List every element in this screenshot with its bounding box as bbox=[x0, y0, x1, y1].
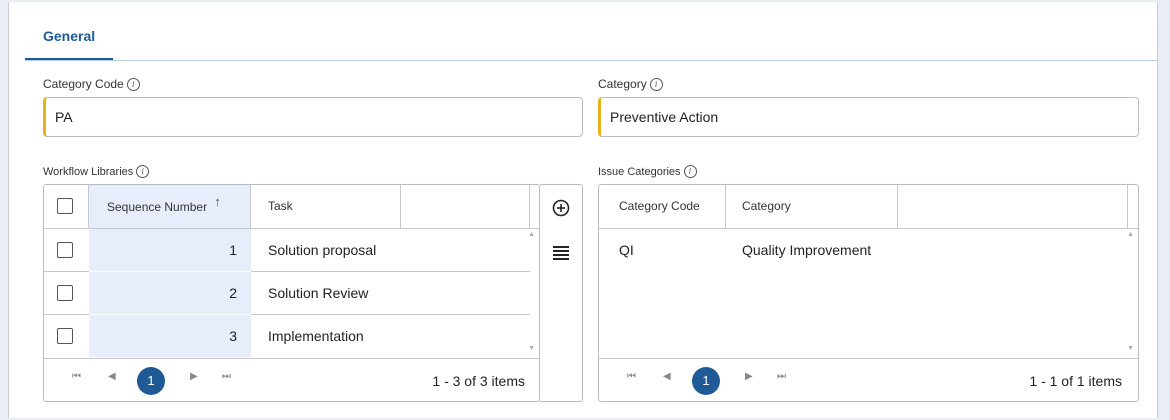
category-label-text: Category bbox=[598, 77, 647, 91]
pager-info: 1 - 1 of 1 items bbox=[1029, 373, 1122, 389]
issue-categories-grid: Category Code Category QI Quality Improv… bbox=[598, 184, 1139, 402]
row-select-cell bbox=[44, 229, 89, 271]
scroll-up-arrow[interactable]: ▲ bbox=[528, 231, 535, 238]
row-select-cell bbox=[44, 315, 89, 357]
form-panel: General Category Code i PA Category i Prev… bbox=[8, 2, 1158, 418]
table-row[interactable]: 2 Solution Review bbox=[44, 272, 530, 314]
category-code-label: Category Code i bbox=[43, 77, 140, 91]
category-header-text: Category bbox=[742, 199, 791, 213]
select-all-checkbox[interactable] bbox=[57, 198, 73, 214]
header-empty bbox=[401, 185, 530, 228]
arrow-up-icon: ↑ bbox=[214, 194, 221, 209]
row-checkbox[interactable] bbox=[57, 242, 73, 258]
next-page-icon[interactable]: ▶ bbox=[745, 371, 753, 382]
last-page-icon[interactable]: ⏭ bbox=[222, 371, 231, 382]
info-icon: i bbox=[136, 165, 150, 178]
info-icon: i bbox=[126, 78, 140, 91]
info-icon: i bbox=[683, 165, 697, 178]
tab-bar: General bbox=[25, 2, 1157, 61]
table-row[interactable]: 3 Implementation bbox=[44, 315, 530, 357]
scroll-up-arrow[interactable]: ▲ bbox=[1127, 231, 1134, 238]
previous-page-icon[interactable]: ◀ bbox=[108, 371, 116, 382]
header-empty bbox=[898, 185, 1128, 228]
row-select-cell bbox=[44, 272, 89, 314]
plus-circle-icon[interactable] bbox=[552, 199, 570, 217]
header-sequence-number[interactable]: Sequence Number ↑ bbox=[89, 185, 251, 228]
row-checkbox[interactable] bbox=[57, 328, 73, 344]
first-page-icon[interactable]: ⏮ bbox=[72, 371, 81, 382]
category-code-field[interactable]: PA bbox=[43, 97, 583, 137]
issue-categories-label: Issue Categories i bbox=[598, 165, 697, 178]
sequence-number-header-text: Sequence Number bbox=[107, 200, 208, 214]
info-icon: i bbox=[649, 78, 663, 91]
workflow-libraries-label: Workflow Libraries i bbox=[43, 165, 150, 178]
category-cell: Quality Improvement bbox=[742, 242, 872, 258]
sequence-cell: 2 bbox=[89, 272, 251, 314]
last-page-icon[interactable]: ⏭ bbox=[777, 371, 786, 382]
workflow-actions-column bbox=[540, 184, 583, 402]
workflow-grid-header: Sequence Number ↑ Task bbox=[44, 185, 539, 229]
scroll-down-arrow[interactable]: ▼ bbox=[528, 345, 535, 352]
tab-general[interactable]: General bbox=[25, 26, 114, 60]
header-category-code[interactable]: Category Code bbox=[599, 185, 726, 228]
previous-page-icon[interactable]: ◀ bbox=[663, 371, 671, 382]
table-row[interactable]: QI Quality Improvement bbox=[599, 229, 1128, 271]
category-value: Preventive Action bbox=[610, 109, 719, 125]
sequence-cell: 3 bbox=[89, 315, 251, 357]
task-cell: Solution Review bbox=[268, 285, 369, 301]
workflow-libraries-label-text: Workflow Libraries bbox=[43, 166, 134, 178]
header-task[interactable]: Task bbox=[251, 185, 401, 228]
header-select-cell bbox=[44, 185, 89, 228]
category-code-cell: QI bbox=[619, 242, 634, 258]
first-page-icon[interactable]: ⏮ bbox=[627, 371, 636, 382]
page-1-button[interactable]: 1 bbox=[137, 367, 165, 395]
category-field[interactable]: Preventive Action bbox=[598, 97, 1139, 137]
issues-pager: ⏮ ◀ 1 ▶ ⏭ 1 - 1 of 1 items bbox=[599, 358, 1138, 401]
category-code-value: PA bbox=[55, 109, 73, 125]
task-cell: Solution proposal bbox=[268, 242, 377, 258]
task-cell: Implementation bbox=[268, 328, 364, 344]
page-1-button[interactable]: 1 bbox=[692, 367, 720, 395]
task-header-text: Task bbox=[268, 199, 293, 213]
category-code-header-text: Category Code bbox=[619, 199, 700, 213]
issue-categories-label-text: Issue Categories bbox=[598, 166, 681, 178]
next-page-icon[interactable]: ▶ bbox=[190, 371, 198, 382]
category-label: Category i bbox=[598, 77, 663, 91]
hamburger-menu-icon[interactable] bbox=[552, 245, 570, 261]
workflow-libraries-grid: Sequence Number ↑ Task 1 Solution propos… bbox=[43, 184, 540, 402]
issue-grid-header: Category Code Category bbox=[599, 185, 1138, 229]
row-checkbox[interactable] bbox=[57, 285, 73, 301]
table-row[interactable]: 1 Solution proposal bbox=[44, 229, 530, 271]
category-code-label-text: Category Code bbox=[43, 77, 124, 91]
header-category[interactable]: Category bbox=[726, 185, 898, 228]
workflow-pager: ⏮ ◀ 1 ▶ ⏭ 1 - 3 of 3 items bbox=[44, 358, 539, 401]
sequence-cell: 1 bbox=[89, 229, 251, 271]
scroll-down-arrow[interactable]: ▼ bbox=[1127, 345, 1134, 352]
pager-info: 1 - 3 of 3 items bbox=[432, 373, 525, 389]
